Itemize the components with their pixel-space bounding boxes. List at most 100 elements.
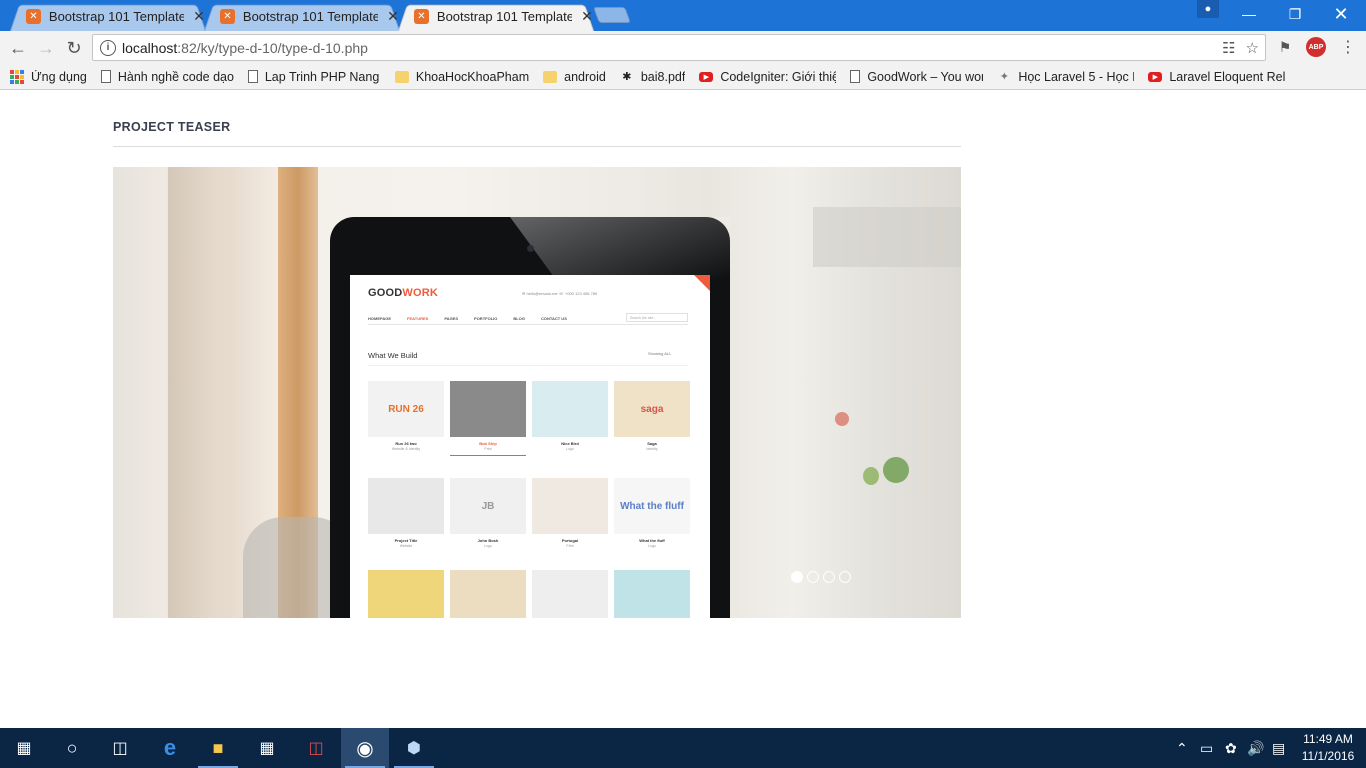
bookmark-item[interactable]: ▶ CodeIgniter: Giới thiệ <box>699 70 836 84</box>
page-icon <box>247 70 258 83</box>
tray-chevron-icon[interactable]: ⌃ <box>1176 728 1188 768</box>
cortana-search-icon[interactable]: ○ <box>48 728 96 768</box>
browser-tab[interactable]: ✕ Bootstrap 101 Template ✕ <box>204 2 400 31</box>
wifi-icon[interactable]: ✿ <box>1225 728 1237 768</box>
bookmarks-bar: Ứng dụng Hành nghề code dạo Lap Trinh PH… <box>0 64 1366 90</box>
mockup-nav-item: CONTACT US <box>540 316 567 321</box>
portfolio-category: Website & Identity <box>391 447 421 451</box>
carousel-dot[interactable] <box>839 571 851 583</box>
bookmark-folder[interactable]: android <box>543 70 606 84</box>
user-profile-icon[interactable]: ● <box>1197 0 1219 18</box>
portfolio-title: John Bosh <box>477 538 499 543</box>
portfolio-item: RUN 26 Run 26 two Website & Identity <box>368 381 444 456</box>
url-path: :82/ky/type-d-10/type-d-10.php <box>177 39 368 56</box>
windows-start-icon[interactable]: ▦ <box>0 728 48 768</box>
store-icon[interactable]: ▦ <box>243 728 291 768</box>
mockup-nav-item: HOMEPAGE <box>368 316 392 321</box>
laravel-icon: ✦ <box>999 71 1009 83</box>
restore-button[interactable]: ❐ <box>1272 0 1318 28</box>
file-explorer-icon[interactable]: ■ <box>194 728 242 768</box>
bookmark-folder[interactable]: KhoaHocKhoaPham <box>394 70 529 84</box>
chrome-menu-icon[interactable]: ⋮ <box>1338 37 1358 57</box>
task-view-icon[interactable]: ◫ <box>96 728 144 768</box>
extension-icon[interactable]: ⚑ <box>1275 37 1295 57</box>
carousel-indicators <box>791 571 851 583</box>
new-tab-button[interactable] <box>593 7 631 23</box>
info-icon[interactable]: i <box>100 39 116 56</box>
bookmark-item[interactable]: ▶ Laravel Eloquent Relat <box>1148 70 1285 84</box>
forward-arrow-icon[interactable]: → <box>34 36 58 60</box>
windows-taskbar: ▦ ○ ◫ e ■ ▦ ◫ ◉ ⬢ ⌃ ▭ ✿ 🔊 ▤ 11:49 AM 11/… <box>0 728 1366 768</box>
portfolio-thumbnail <box>368 478 444 534</box>
page-icon <box>850 70 861 83</box>
portfolio-category: Logo <box>566 447 574 451</box>
portfolio-thumbnail: RUN 26 <box>368 381 444 437</box>
bookmark-item[interactable]: Lap Trinh PHP Nang C <box>247 70 381 84</box>
bookmark-star-icon[interactable]: ☆ <box>1246 39 1259 57</box>
folder-icon <box>543 70 558 83</box>
app-icon[interactable]: ◫ <box>292 728 340 768</box>
bookmark-item[interactable]: ✦ Học Laravel 5 - Học La <box>997 70 1135 84</box>
mockup-nav-item: FEATURES <box>407 316 429 321</box>
close-window-button[interactable]: ✕ <box>1318 0 1364 28</box>
bookmark-item[interactable]: GoodWork – You won <box>850 70 983 84</box>
bookmark-apps[interactable]: Ứng dụng <box>10 69 87 84</box>
minimize-button[interactable]: — <box>1226 0 1272 28</box>
background-shelf <box>813 207 961 267</box>
portfolio-item: Portugal Print <box>532 478 608 548</box>
bookmark-item[interactable]: ✱ bai8.pdf <box>620 70 685 84</box>
carousel-dot[interactable] <box>807 571 819 583</box>
mockup-contact: ✉ hello@envato.me ☏ +000 123 456 789 <box>522 291 598 296</box>
tab-title: Bootstrap 101 Template <box>436 9 573 24</box>
url-text[interactable]: localhost:82/ky/type-d-10/type-d-10.php <box>122 40 368 56</box>
portfolio-thumbnail: saga <box>614 381 690 437</box>
address-bar[interactable]: i localhost:82/ky/type-d-10/type-d-10.ph… <box>92 34 1266 61</box>
youtube-icon: ▶ <box>699 71 714 82</box>
clock-date: 11/1/2016 <box>1301 749 1355 763</box>
app-cube-icon[interactable]: ⬢ <box>390 728 438 768</box>
browser-tab-active[interactable]: ✕ Bootstrap 101 Template ✕ <box>398 2 594 31</box>
background-plant <box>863 467 879 485</box>
portfolio-item <box>614 570 690 618</box>
portfolio-title: Nice Bird <box>561 441 579 446</box>
battery-icon[interactable]: ▭ <box>1200 728 1213 768</box>
logo-accent: WORK <box>402 287 439 299</box>
xampp-favicon-icon: ✕ <box>26 9 41 24</box>
goodwork-logo: GOODWORK <box>368 287 438 299</box>
chrome-icon[interactable]: ◉ <box>341 728 389 768</box>
edge-browser-icon[interactable]: e <box>146 728 194 768</box>
browser-tab[interactable]: ✕ Bootstrap 101 Template ✕ <box>10 2 206 31</box>
section-divider <box>113 146 961 147</box>
portfolio-category: Logo <box>648 544 656 548</box>
tab-title: Bootstrap 101 Template <box>48 9 185 24</box>
close-tab-icon[interactable]: ✕ <box>386 8 400 25</box>
portfolio-item <box>368 570 444 618</box>
translate-icon[interactable]: ☷ <box>1222 39 1235 57</box>
project-teaser-carousel[interactable]: GOODWORK ✉ hello@envato.me ☏ +000 123 45… <box>113 167 961 618</box>
close-tab-icon[interactable]: ✕ <box>192 8 206 25</box>
mockup-nav-item: PAGES <box>444 316 459 321</box>
portfolio-thumbnail: What the fluff <box>614 478 690 534</box>
close-tab-icon[interactable]: ✕ <box>580 8 594 25</box>
portfolio-item <box>450 570 526 618</box>
portfolio-category: Print <box>484 447 492 451</box>
url-host: localhost <box>122 39 178 56</box>
tab-title: Bootstrap 101 Template <box>242 9 379 24</box>
reload-icon[interactable]: ↻ <box>62 36 86 60</box>
youtube-icon: ▶ <box>1148 71 1163 82</box>
folder-icon <box>394 70 409 83</box>
adblock-plus-icon[interactable]: ABP <box>1306 37 1326 57</box>
volume-icon[interactable]: 🔊 <box>1247 728 1264 768</box>
tablet-mockup: GOODWORK ✉ hello@envato.me ☏ +000 123 45… <box>330 217 730 618</box>
background-object <box>835 412 849 426</box>
portfolio-category: Website <box>399 544 413 548</box>
carousel-dot[interactable] <box>791 571 803 583</box>
back-arrow-icon[interactable]: ← <box>6 36 30 60</box>
system-clock[interactable]: 11:49 AM 11/1/2016 <box>1298 731 1358 765</box>
carousel-dot[interactable] <box>823 571 835 583</box>
browser-toolbar: ← → ↻ i localhost:82/ky/type-d-10/type-d… <box>0 31 1366 64</box>
browser-titlebar: ✕ Bootstrap 101 Template ✕ ✕ Bootstrap 1… <box>0 0 1366 31</box>
mockup-search: Search the site... <box>626 313 688 322</box>
bookmark-item[interactable]: Hành nghề code dạo <box>100 70 234 84</box>
notifications-icon[interactable]: ▤ <box>1272 728 1285 768</box>
